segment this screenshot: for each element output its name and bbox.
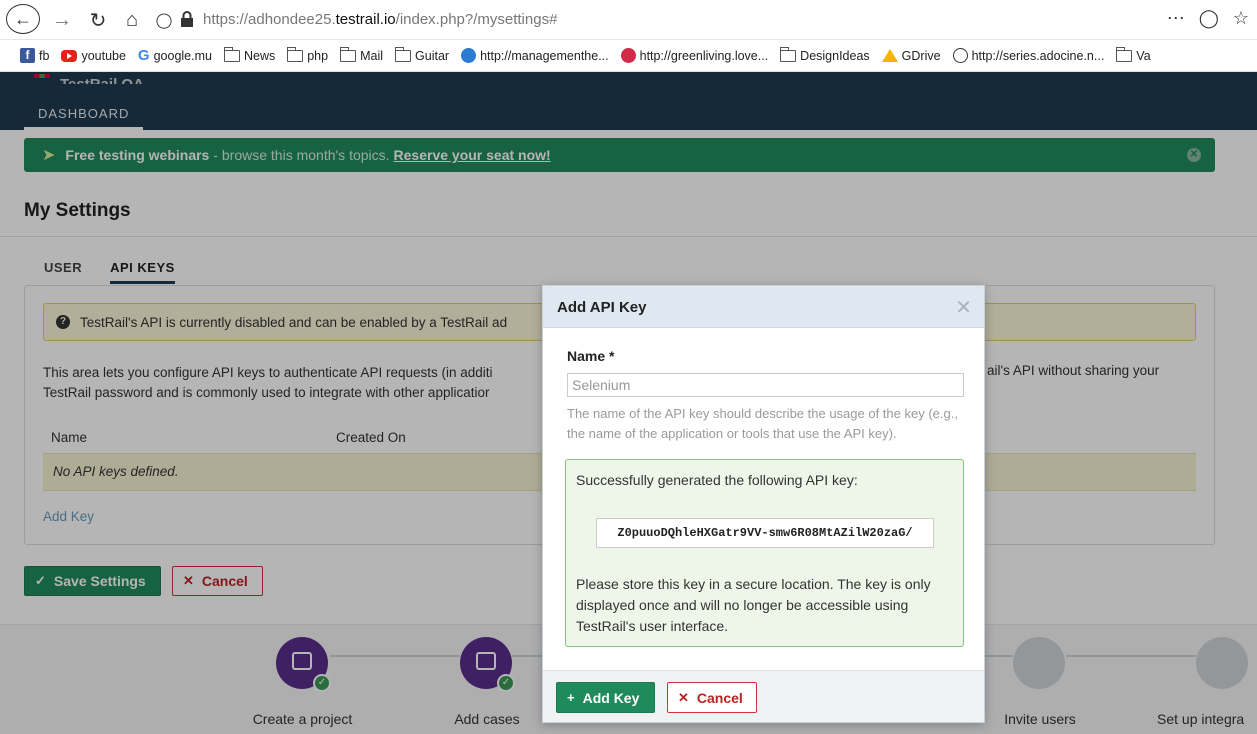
bookmark-php[interactable]: php bbox=[287, 46, 328, 63]
bookmark-guitar[interactable]: Guitar bbox=[395, 46, 449, 63]
dialog-footer: + Add Key ✕ Cancel bbox=[543, 670, 984, 722]
url-prefix: https://adhondee25. bbox=[203, 11, 336, 28]
reload-icon[interactable]: ↻ bbox=[86, 6, 110, 34]
folder-icon bbox=[287, 46, 304, 62]
folder-icon bbox=[1116, 46, 1133, 62]
facebook-icon: f bbox=[20, 48, 35, 63]
dialog-cancel-label: Cancel bbox=[696, 689, 743, 706]
folder-icon bbox=[780, 46, 797, 62]
bookmark-gdrive[interactable]: GDrive bbox=[881, 49, 941, 63]
bookmark-fb[interactable]: f fb bbox=[20, 48, 49, 63]
forward-arrow-icon[interactable]: → bbox=[50, 6, 74, 34]
success-message: Successfully generated the following API… bbox=[565, 459, 964, 647]
bookmark-star-icon[interactable]: ☆ bbox=[1233, 8, 1249, 29]
bookmark-designideas[interactable]: DesignIdeas bbox=[780, 46, 870, 63]
google-icon: G bbox=[137, 47, 150, 64]
bookmark-va[interactable]: Va bbox=[1116, 46, 1151, 63]
folder-icon bbox=[340, 46, 357, 62]
name-label: Name * bbox=[567, 348, 615, 364]
bookmark-management[interactable]: http://managementhe... bbox=[461, 48, 609, 63]
pocket-icon[interactable]: ◯ bbox=[1199, 8, 1219, 29]
plus-icon: + bbox=[567, 690, 575, 705]
folder-icon bbox=[223, 46, 240, 62]
shield-icon[interactable]: ◯ bbox=[154, 6, 174, 34]
site-icon bbox=[461, 48, 477, 63]
close-icon[interactable]: ✕ bbox=[955, 295, 972, 320]
home-icon[interactable]: ⌂ bbox=[120, 6, 144, 34]
lock-icon bbox=[181, 11, 193, 27]
site-icon bbox=[620, 48, 636, 63]
name-help-text: The name of the API key should describe … bbox=[567, 406, 958, 441]
folder-icon bbox=[395, 46, 412, 62]
more-icon[interactable]: ⋯ bbox=[1167, 8, 1185, 29]
bookmark-news[interactable]: News bbox=[223, 46, 275, 63]
bookmark-google[interactable]: Ggoogle.mu bbox=[138, 47, 212, 64]
bookmarks-bar: f fb youtube Ggoogle.mu News php Mail Gui… bbox=[0, 40, 1257, 72]
url-domain: testrail.io bbox=[335, 11, 396, 28]
x-icon: ✕ bbox=[678, 689, 689, 705]
bookmark-greenliving[interactable]: http://greenliving.love... bbox=[620, 48, 768, 63]
youtube-icon bbox=[61, 49, 78, 62]
add-api-key-dialog: Add API Key ✕ Name * The name of the API… bbox=[542, 285, 985, 723]
globe-icon bbox=[952, 48, 968, 63]
gdrive-icon bbox=[881, 49, 898, 62]
dialog-cancel-button[interactable]: ✕ Cancel bbox=[667, 682, 757, 713]
back-arrow-icon[interactable]: ← bbox=[6, 4, 40, 34]
url-path: /index.php?/mysettings# bbox=[395, 11, 558, 28]
bookmark-series[interactable]: http://series.adocine.n... bbox=[952, 48, 1104, 63]
api-key-name-input[interactable] bbox=[567, 373, 964, 397]
bookmark-youtube[interactable]: youtube bbox=[61, 49, 126, 63]
success-note: Please store this key in a secure locati… bbox=[576, 576, 931, 634]
add-key-button[interactable]: + Add Key bbox=[556, 682, 655, 713]
add-key-label: Add Key bbox=[582, 689, 640, 706]
generated-api-key[interactable]: Z0puuoDQhleHXGatr9VV-smw6R08MtAZilW20zaG… bbox=[596, 518, 934, 548]
dialog-header: Add API Key ✕ bbox=[543, 286, 984, 328]
address-bar[interactable]: https://adhondee25.testrail.io/index.php… bbox=[203, 11, 557, 28]
bookmark-mail[interactable]: Mail bbox=[340, 46, 383, 63]
success-title: Successfully generated the following API… bbox=[576, 472, 858, 488]
browser-toolbar: ← → ↻ ⌂ ◯ https://adhondee25.testrail.io… bbox=[0, 0, 1257, 40]
dialog-title: Add API Key bbox=[557, 299, 647, 316]
